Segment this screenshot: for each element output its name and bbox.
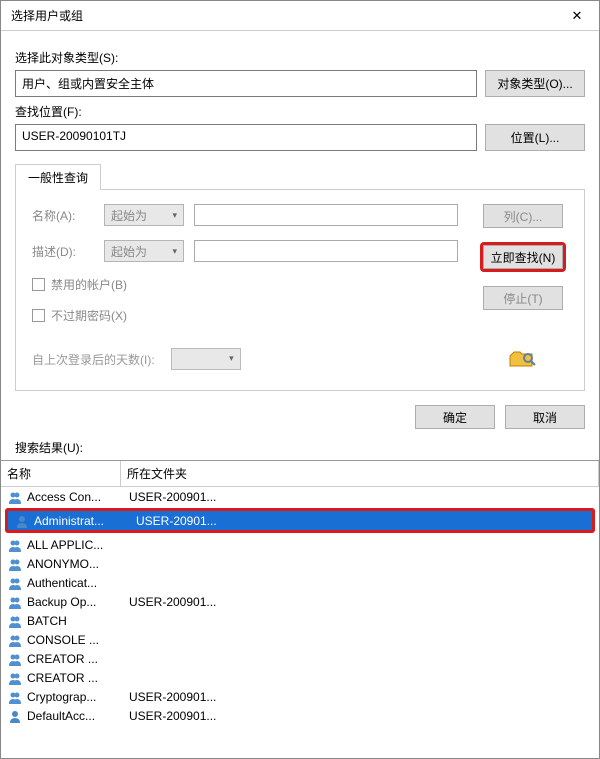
disabled-check-label: 禁用的帐户(B) xyxy=(51,276,127,293)
selected-row-highlight: Administrat... USER-20901... xyxy=(5,508,595,533)
object-type-textbox[interactable]: 用户、组或内置安全主体 xyxy=(15,70,477,97)
row-name: Authenticat... xyxy=(27,576,125,590)
chevron-down-icon: ▾ xyxy=(172,210,177,221)
columns-button[interactable]: 列(C)... xyxy=(483,204,563,228)
noexpire-check-row[interactable]: 不过期密码(X) xyxy=(32,307,458,324)
row-name: ANONYMO... xyxy=(27,557,125,571)
table-row[interactable]: CREATOR ... xyxy=(1,668,599,687)
results: 名称 所在文件夹 Access Con... USER-200901... Admi… xyxy=(1,460,599,758)
row-name: BATCH xyxy=(27,614,125,628)
row-name: CREATOR ... xyxy=(27,652,125,666)
search-folder-icon xyxy=(508,348,538,370)
location-textbox[interactable]: USER-20090101TJ xyxy=(15,124,477,151)
ok-button[interactable]: 确定 xyxy=(415,405,495,429)
row-folder: USER-200901... xyxy=(129,490,599,504)
row-name: CONSOLE ... xyxy=(27,633,125,647)
column-folder[interactable]: 所在文件夹 xyxy=(121,461,599,486)
tab-common-queries[interactable]: 一般性查询 xyxy=(15,164,101,190)
checkbox-icon xyxy=(32,278,45,291)
name-combo[interactable]: 起始为▾ xyxy=(104,204,184,226)
table-row[interactable]: CREATOR ... xyxy=(1,649,599,668)
group-icon xyxy=(7,614,23,628)
object-types-button[interactable]: 对象类型(O)... xyxy=(485,70,585,97)
row-folder: USER-20901... xyxy=(136,514,592,528)
table-row[interactable]: Cryptograp... USER-200901... xyxy=(1,687,599,706)
okcancel-row: 确定 取消 xyxy=(15,391,585,439)
table-row[interactable]: Backup Op... USER-200901... xyxy=(1,592,599,611)
row-folder: USER-200901... xyxy=(129,595,599,609)
days-combo[interactable]: ▾ xyxy=(171,348,241,370)
group-icon xyxy=(7,652,23,666)
table-row[interactable]: Administrat... USER-20901... xyxy=(8,511,592,530)
group-icon xyxy=(7,557,23,571)
days-row: 自上次登录后的天数(I): ▾ xyxy=(32,348,458,370)
titlebar: 选择用户或组 ✕ xyxy=(1,1,599,31)
location-label: 查找位置(F): xyxy=(15,103,585,120)
results-header: 名称 所在文件夹 xyxy=(1,461,599,487)
row-folder: USER-200901... xyxy=(129,709,599,723)
days-label: 自上次登录后的天数(I): xyxy=(32,351,155,368)
row-name: Cryptograp... xyxy=(27,690,125,704)
name-label: 名称(A): xyxy=(32,207,94,224)
stop-button[interactable]: 停止(T) xyxy=(483,286,563,310)
group-icon xyxy=(7,538,23,552)
cancel-button[interactable]: 取消 xyxy=(505,405,585,429)
group-icon xyxy=(7,576,23,590)
row-name: Backup Op... xyxy=(27,595,125,609)
object-type-label: 选择此对象类型(S): xyxy=(15,49,585,66)
find-now-highlight: 立即查找(N) xyxy=(480,242,566,272)
table-row[interactable]: BATCH xyxy=(1,611,599,630)
desc-row: 描述(D): 起始为▾ xyxy=(32,240,458,262)
row-name: DefaultAcc... xyxy=(27,709,125,723)
find-now-button[interactable]: 立即查找(N) xyxy=(483,245,563,269)
user-icon xyxy=(14,514,30,528)
row-folder: USER-200901... xyxy=(129,690,599,704)
column-name[interactable]: 名称 xyxy=(1,461,121,486)
group-icon xyxy=(7,490,23,504)
desc-combo[interactable]: 起始为▾ xyxy=(104,240,184,262)
desc-input[interactable] xyxy=(194,240,458,262)
noexpire-check-label: 不过期密码(X) xyxy=(51,307,127,324)
table-row[interactable]: Access Con... USER-200901... xyxy=(1,487,599,506)
row-name: Access Con... xyxy=(27,490,125,504)
disabled-check-row[interactable]: 禁用的帐户(B) xyxy=(32,276,458,293)
tabpanel: 名称(A): 起始为▾ 描述(D): 起始为▾ 禁用的帐户(B) 不过期密码(X… xyxy=(15,189,585,391)
row-name: ALL APPLIC... xyxy=(27,538,125,552)
group-icon xyxy=(7,595,23,609)
user-icon xyxy=(7,709,23,723)
table-row[interactable]: ANONYMO... xyxy=(1,554,599,573)
results-body[interactable]: Access Con... USER-200901... Administrat..… xyxy=(1,487,599,758)
name-input[interactable] xyxy=(194,204,458,226)
table-row[interactable]: DefaultAcc... USER-200901... xyxy=(1,706,599,725)
content-upper: 选择此对象类型(S): 用户、组或内置安全主体 对象类型(O)... 查找位置(… xyxy=(1,31,599,439)
table-row[interactable]: ALL APPLIC... xyxy=(1,535,599,554)
group-icon xyxy=(7,633,23,647)
checkbox-icon xyxy=(32,309,45,322)
chevron-down-icon: ▾ xyxy=(172,246,177,257)
locations-button[interactable]: 位置(L)... xyxy=(485,124,585,151)
tabs: 一般性查询 名称(A): 起始为▾ 描述(D): 起始为▾ 禁用的帐户(B) xyxy=(15,163,585,391)
table-row[interactable]: CONSOLE ... xyxy=(1,630,599,649)
group-icon xyxy=(7,671,23,685)
name-row: 名称(A): 起始为▾ xyxy=(32,204,458,226)
close-button[interactable]: ✕ xyxy=(555,1,599,31)
table-row[interactable]: Authenticat... xyxy=(1,573,599,592)
chevron-down-icon: ▾ xyxy=(229,353,234,364)
group-icon xyxy=(7,690,23,704)
row-name: Administrat... xyxy=(34,514,132,528)
desc-label: 描述(D): xyxy=(32,243,94,260)
row-name: CREATOR ... xyxy=(27,671,125,685)
window-title: 选择用户或组 xyxy=(11,7,555,24)
results-label: 搜索结果(U): xyxy=(1,439,599,456)
